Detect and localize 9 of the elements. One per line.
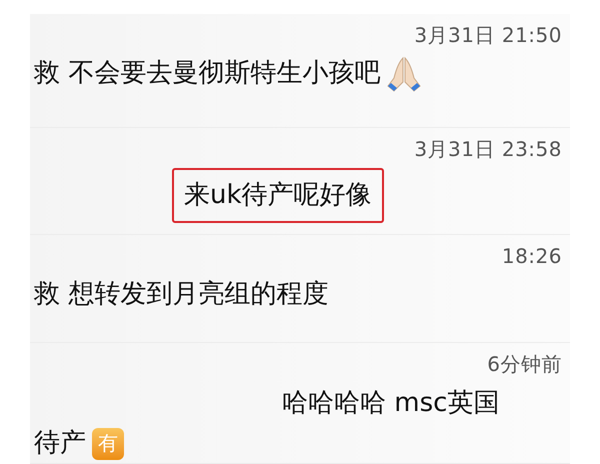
timestamp: 3月31日 21:50 — [414, 22, 562, 49]
comment-text: 救 不会要去曼彻斯特生小孩吧 — [34, 57, 380, 90]
timestamp: 18:26 — [502, 243, 562, 270]
badge: 有 — [92, 428, 124, 460]
highlighted-comment: 来uk待产呢好像 — [172, 168, 384, 223]
timestamp: 3月31日 23:58 — [414, 136, 562, 163]
comment-text: 哈哈哈哈 msc英国待产 有 — [34, 387, 500, 462]
timestamp: 6分钟前 — [487, 351, 562, 378]
comment-text: 救 想转发到月亮组的程度 — [34, 278, 328, 312]
